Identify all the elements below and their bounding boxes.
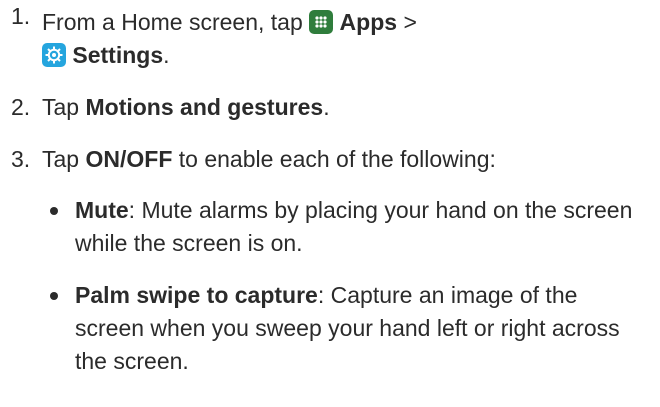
- settings-gear-icon: [42, 43, 66, 67]
- step-number: 3.: [11, 146, 31, 172]
- step-text-rest: to enable each of the following:: [178, 146, 496, 172]
- instruction-document: 1. From a Home screen, tap Apps > Settin…: [0, 0, 660, 378]
- step-number: 1.: [11, 3, 31, 29]
- step-end: .: [163, 42, 170, 68]
- apps-grid-icon: [309, 10, 334, 34]
- feature-list: Mute: Mute alarms by placing your hand o…: [0, 194, 660, 378]
- apps-label: Apps: [339, 9, 398, 35]
- separator: >: [403, 9, 417, 35]
- feature-title: Mute: [75, 197, 129, 223]
- step-text: Tap: [42, 94, 80, 120]
- step-text: From a Home screen, tap: [42, 9, 303, 35]
- step-2: 2. Tap Motions and gestures.: [0, 91, 660, 124]
- step-text: Tap: [42, 146, 80, 172]
- step-end: .: [323, 94, 330, 120]
- list-item: Mute: Mute alarms by placing your hand o…: [0, 194, 660, 260]
- feature-desc: : Mute alarms by placing your hand on th…: [75, 197, 633, 256]
- motions-label: Motions and gestures: [85, 94, 324, 120]
- list-item: Palm swipe to capture: Capture an image …: [0, 279, 660, 378]
- settings-label: Settings: [72, 42, 164, 68]
- step-number: 2.: [11, 94, 31, 120]
- bullet-dot: [50, 292, 58, 300]
- bullet-dot: [50, 207, 58, 215]
- onoff-label: ON/OFF: [85, 146, 173, 172]
- feature-title: Palm swipe to capture: [75, 282, 318, 308]
- step-1: 1. From a Home screen, tap Apps > Settin…: [0, 0, 660, 72]
- step-3: 3. Tap ON/OFF to enable each of the foll…: [0, 143, 660, 176]
